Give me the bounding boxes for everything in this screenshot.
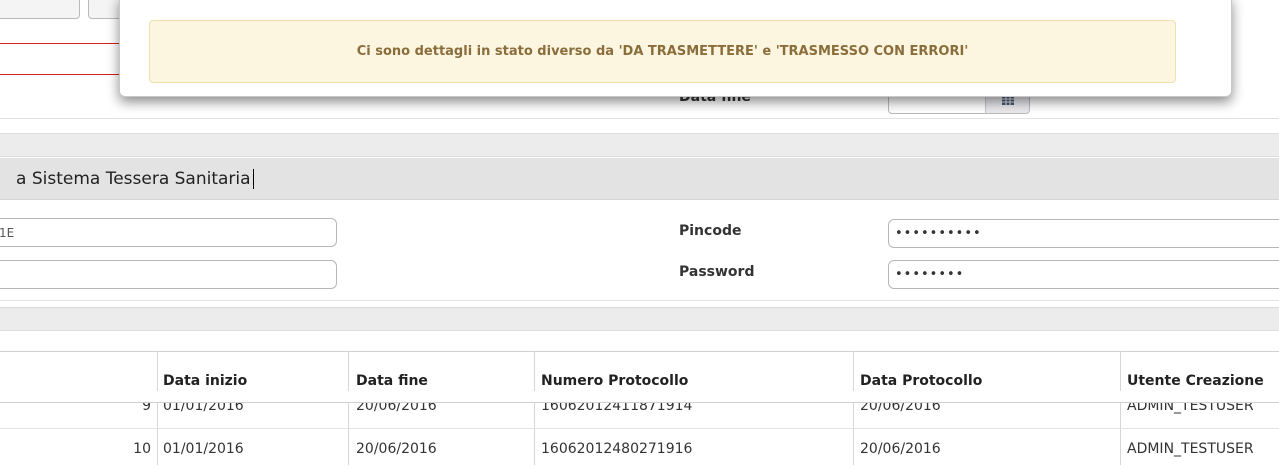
pincode-label: Pincode xyxy=(679,223,742,239)
row-number: 10 xyxy=(133,441,151,457)
divider xyxy=(0,118,1279,119)
header-data-fine[interactable]: Data fine xyxy=(356,373,428,389)
cell-numero-protocollo: 16062012480271916 xyxy=(541,441,693,457)
red-divider-1 xyxy=(0,43,125,44)
cell-data-fine: 20/06/2016 xyxy=(356,441,437,457)
column-separator xyxy=(348,351,349,465)
table-separator-band xyxy=(0,307,1279,331)
pincode-value: •••••••••• xyxy=(895,226,982,241)
second-field[interactable] xyxy=(0,260,337,289)
alert-modal: Ci sono dettagli in stato diverso da 'DA… xyxy=(119,0,1232,97)
page: Data fine a Sistema Tessera Sanitaria 1E… xyxy=(0,0,1279,465)
header-numero-protocollo[interactable]: Numero Protocollo xyxy=(541,373,688,389)
warning-alert: Ci sono dettagli in stato diverso da 'DA… xyxy=(149,20,1176,83)
divider xyxy=(0,300,1279,301)
section-separator-band xyxy=(0,133,1279,157)
password-field[interactable]: •••••••• xyxy=(888,260,1279,289)
section-title-text: a Sistema Tessera Sanitaria xyxy=(16,168,251,189)
header-data-protocollo[interactable]: Data Protocollo xyxy=(860,373,982,389)
cell-data-protocollo: 20/06/2016 xyxy=(860,441,941,457)
codice-field[interactable]: 1E xyxy=(0,218,337,247)
column-separator xyxy=(157,351,158,465)
column-separator xyxy=(1120,351,1121,465)
header-utente-creazione[interactable]: Utente Creazione xyxy=(1127,373,1264,389)
pincode-field[interactable]: •••••••••• xyxy=(888,219,1279,248)
alert-message: Ci sono dettagli in stato diverso da 'DA… xyxy=(356,44,969,59)
codice-field-value: 1E xyxy=(0,225,15,240)
header-data-inizio[interactable]: Data inizio xyxy=(163,373,247,389)
cell-utente: ADMIN_TESTUSER xyxy=(1127,441,1254,457)
header-bottom-cover xyxy=(0,391,1279,403)
toolbar-button-1[interactable] xyxy=(0,0,80,19)
password-label: Password xyxy=(679,264,755,280)
password-value: •••••••• xyxy=(895,267,965,282)
red-divider-2 xyxy=(0,74,125,75)
column-separator xyxy=(534,351,535,465)
row-divider xyxy=(0,428,1279,429)
text-caret xyxy=(252,168,254,189)
section-title: a Sistema Tessera Sanitaria xyxy=(0,158,1279,200)
cell-data-inizio: 01/01/2016 xyxy=(163,441,244,457)
column-separator xyxy=(853,351,854,465)
